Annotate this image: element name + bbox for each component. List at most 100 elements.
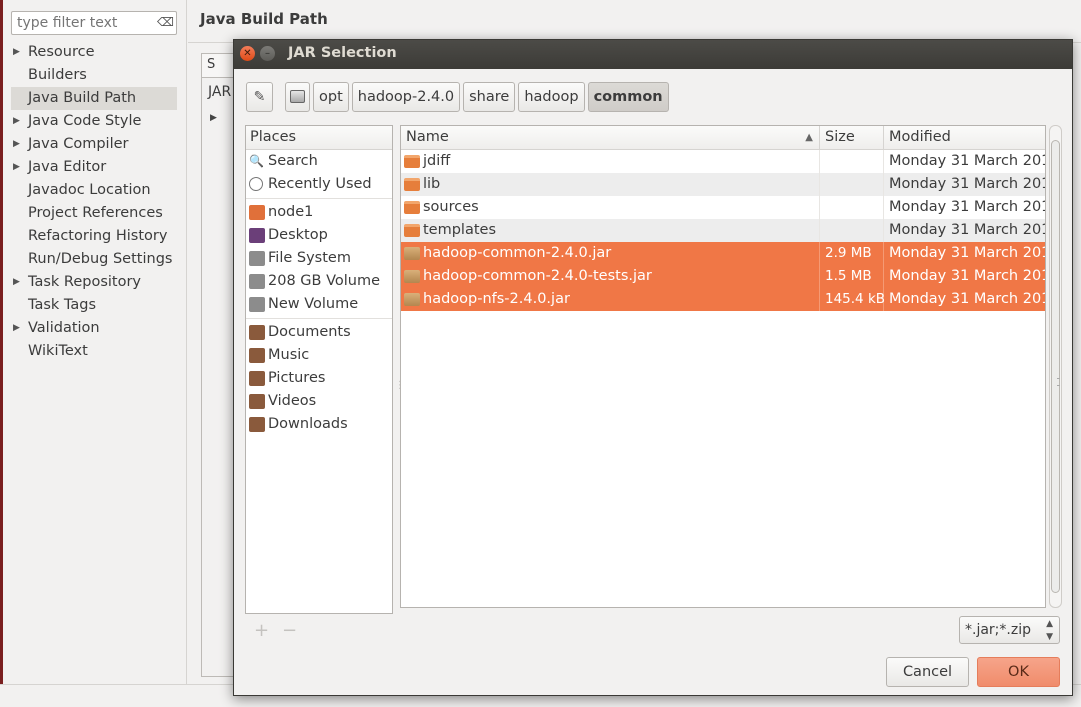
- dialog-titlebar[interactable]: ✕ – JAR Selection: [234, 40, 1072, 69]
- column-header-size[interactable]: Size: [820, 126, 884, 149]
- pencil-icon: ✎: [253, 89, 266, 105]
- column-header-modified[interactable]: Modified: [884, 126, 1045, 149]
- file-name: jdiff: [423, 153, 451, 169]
- file-name: hadoop-common-2.4.0-tests.jar: [423, 268, 652, 284]
- place-file-system[interactable]: File System: [246, 247, 392, 270]
- place-music[interactable]: Music: [246, 344, 392, 367]
- expand-arrow-icon[interactable]: ▶: [210, 113, 217, 123]
- pref-item-task-tags[interactable]: Task Tags: [11, 294, 177, 317]
- expand-arrow-icon[interactable]: ▶: [13, 110, 20, 133]
- pref-item-wikitext[interactable]: WikiText: [11, 340, 177, 363]
- place-label: node1: [268, 204, 314, 220]
- file-row[interactable]: sources Monday 31 March 2014: [401, 196, 1045, 219]
- edit-location-button[interactable]: ✎: [246, 82, 273, 112]
- place-videos[interactable]: Videos: [246, 390, 392, 413]
- folder-icon: [404, 224, 420, 237]
- close-icon[interactable]: ✕: [240, 46, 255, 61]
- pref-item-builders[interactable]: Builders: [11, 64, 177, 87]
- place-node1[interactable]: node1: [246, 201, 392, 224]
- place-new-volume[interactable]: New Volume: [246, 293, 392, 316]
- pref-item-label: Validation: [28, 320, 100, 336]
- file-name-cell: jdiff: [401, 150, 820, 173]
- pref-item-javadoc-location[interactable]: Javadoc Location: [11, 179, 177, 202]
- pref-item-resource[interactable]: ▶ Resource: [11, 41, 177, 64]
- place-208-gb-volume[interactable]: 208 GB Volume: [246, 270, 392, 293]
- pref-item-label: Java Build Path: [28, 90, 137, 106]
- place-search[interactable]: 🔍 Search: [246, 150, 392, 173]
- file-type-filter-select[interactable]: *.jar;*.zip ▲ ▼: [959, 616, 1060, 644]
- clear-filter-icon[interactable]: ⌫: [157, 15, 174, 29]
- place-recently-used[interactable]: Recently Used: [246, 173, 392, 196]
- pref-item-validation[interactable]: ▶ Validation: [11, 317, 177, 340]
- file-modified: Monday 31 March 2014: [889, 268, 1046, 284]
- file-size: 1.5 MB: [820, 265, 884, 288]
- pref-item-refactoring-history[interactable]: Refactoring History: [11, 225, 177, 248]
- filter-input[interactable]: [11, 11, 177, 35]
- path-crumb-hadoop[interactable]: hadoop: [518, 82, 585, 112]
- pref-item-project-references[interactable]: Project References: [11, 202, 177, 225]
- file-row[interactable]: hadoop-common-2.4.0.jar 2.9 MB Monday 31 M…: [401, 242, 1045, 265]
- place-downloads[interactable]: Downloads: [246, 413, 392, 436]
- pref-item-label: Task Tags: [28, 297, 97, 313]
- pref-item-java-editor[interactable]: ▶ Java Editor: [11, 156, 177, 179]
- scrollbar-thumb[interactable]: [1051, 140, 1060, 593]
- expand-arrow-icon[interactable]: ▶: [13, 317, 20, 340]
- places-separator: [246, 318, 392, 319]
- pref-item-run-debug-settings[interactable]: Run/Debug Settings: [11, 248, 177, 271]
- place-label: Search: [268, 153, 318, 169]
- drive-icon: [249, 274, 265, 289]
- videos-folder-icon: [249, 394, 265, 409]
- pref-item-label: Project References: [28, 205, 163, 221]
- expand-arrow-icon[interactable]: ▶: [13, 156, 20, 179]
- pref-item-java-code-style[interactable]: ▶ Java Code Style: [11, 110, 177, 133]
- ok-button[interactable]: OK: [977, 657, 1060, 687]
- expand-arrow-icon[interactable]: ▶: [13, 41, 20, 64]
- page-title: Java Build Path: [200, 10, 328, 28]
- pref-item-label: Java Compiler: [28, 136, 129, 152]
- expand-arrow-icon[interactable]: ▶: [13, 133, 20, 156]
- file-size: 2.9 MB: [820, 242, 884, 265]
- jar-selection-dialog: ✕ – JAR Selection ✎ opt hadoop-2.4.0 share…: [233, 39, 1073, 696]
- column-header-name[interactable]: Name ▲: [401, 126, 820, 149]
- place-pictures[interactable]: Pictures: [246, 367, 392, 390]
- search-icon: 🔍: [249, 154, 264, 168]
- file-name: hadoop-nfs-2.4.0.jar: [423, 291, 570, 307]
- place-label: Pictures: [268, 370, 326, 386]
- place-label: Downloads: [268, 416, 348, 432]
- cancel-button[interactable]: Cancel: [886, 657, 969, 687]
- file-row[interactable]: jdiff Monday 31 March 2014: [401, 150, 1045, 173]
- pref-item-java-build-path[interactable]: Java Build Path: [11, 87, 177, 110]
- file-modified: Monday 31 March 2014: [889, 245, 1046, 261]
- pref-item-label: Refactoring History: [28, 228, 168, 244]
- folder-icon: [404, 201, 420, 214]
- minimize-icon[interactable]: –: [260, 46, 275, 61]
- place-documents[interactable]: Documents: [246, 321, 392, 344]
- file-row[interactable]: lib Monday 31 March 2014: [401, 173, 1045, 196]
- path-root-button[interactable]: [285, 82, 310, 112]
- folder-icon: [404, 155, 420, 168]
- add-bookmark-button[interactable]: +: [254, 620, 269, 641]
- remove-bookmark-button[interactable]: −: [282, 620, 297, 641]
- path-crumb-hadoop-2-4-0[interactable]: hadoop-2.4.0: [351, 82, 461, 112]
- path-crumb-share[interactable]: share: [463, 82, 516, 112]
- file-list-scrollbar[interactable]: [1049, 125, 1062, 608]
- places-header[interactable]: Places: [246, 126, 392, 150]
- pref-item-java-compiler[interactable]: ▶ Java Compiler: [11, 133, 177, 156]
- dialog-title: JAR Selection: [288, 45, 397, 61]
- pref-item-label: Java Editor: [28, 159, 107, 175]
- place-label: Documents: [268, 324, 351, 340]
- documents-folder-icon: [249, 325, 265, 340]
- place-desktop[interactable]: Desktop: [246, 224, 392, 247]
- file-modified: Monday 31 March 2014: [889, 199, 1046, 215]
- file-name-cell: lib: [401, 173, 820, 196]
- file-row[interactable]: hadoop-common-2.4.0-tests.jar 1.5 MB Monda…: [401, 265, 1045, 288]
- file-name: sources: [423, 199, 479, 215]
- path-crumb-opt[interactable]: opt: [313, 82, 349, 112]
- file-row[interactable]: templates Monday 31 March 2014: [401, 219, 1045, 242]
- pref-item-task-repository[interactable]: ▶ Task Repository: [11, 271, 177, 294]
- path-crumb-common[interactable]: common: [587, 82, 669, 112]
- file-row[interactable]: hadoop-nfs-2.4.0.jar 145.4 kB Monday 31 Ma…: [401, 288, 1045, 311]
- places-list: 🔍 Search Recently Used node1 Desktop File Sys…: [246, 150, 392, 436]
- recent-icon: [249, 177, 263, 191]
- expand-arrow-icon[interactable]: ▶: [13, 271, 20, 294]
